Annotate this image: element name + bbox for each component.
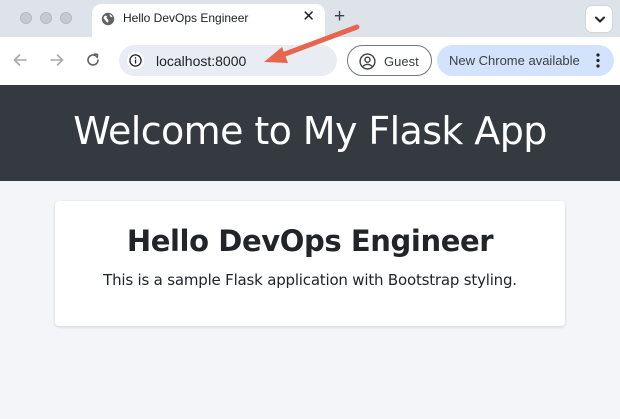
greeting-card: Hello DevOps Engineer This is a sample F…: [55, 201, 565, 326]
window-maximize-button[interactable]: [60, 12, 72, 24]
profile-label: Guest: [384, 54, 419, 69]
chevron-down-icon: [595, 16, 605, 23]
browser-tab[interactable]: Hello DevOps Engineer ✕: [92, 4, 325, 37]
info-icon: [129, 54, 142, 67]
globe-icon: [101, 12, 115, 26]
update-chrome-label: New Chrome available: [449, 53, 580, 68]
tab-close-icon[interactable]: ✕: [302, 9, 315, 25]
hero-banner: Welcome to My Flask App: [0, 85, 620, 181]
tab-strip: Hello DevOps Engineer ✕ +: [0, 0, 620, 37]
more-menu-icon[interactable]: [596, 53, 600, 68]
forward-arrow-icon[interactable]: [48, 51, 66, 69]
window-close-button[interactable]: [20, 12, 32, 24]
url-text[interactable]: localhost:8000: [156, 53, 246, 69]
tab-search-button[interactable]: [585, 5, 613, 33]
reload-icon[interactable]: [84, 51, 102, 69]
back-arrow-icon[interactable]: [11, 51, 29, 69]
profile-button[interactable]: Guest: [347, 45, 432, 76]
hero-title: Welcome to My Flask App: [73, 109, 547, 153]
tab-title: Hello DevOps Engineer: [123, 11, 249, 25]
address-bar[interactable]: localhost:8000: [119, 45, 337, 76]
new-tab-icon[interactable]: +: [334, 6, 345, 28]
site-info-button[interactable]: [127, 52, 144, 69]
window-minimize-button[interactable]: [40, 12, 52, 24]
profile-icon: [359, 53, 376, 70]
card-text: This is a sample Flask application with …: [103, 271, 517, 289]
card-title: Hello DevOps Engineer: [126, 224, 494, 258]
update-chrome-button[interactable]: New Chrome available: [437, 45, 614, 76]
browser-toolbar: localhost:8000 Guest New Chrome availabl…: [0, 37, 620, 85]
